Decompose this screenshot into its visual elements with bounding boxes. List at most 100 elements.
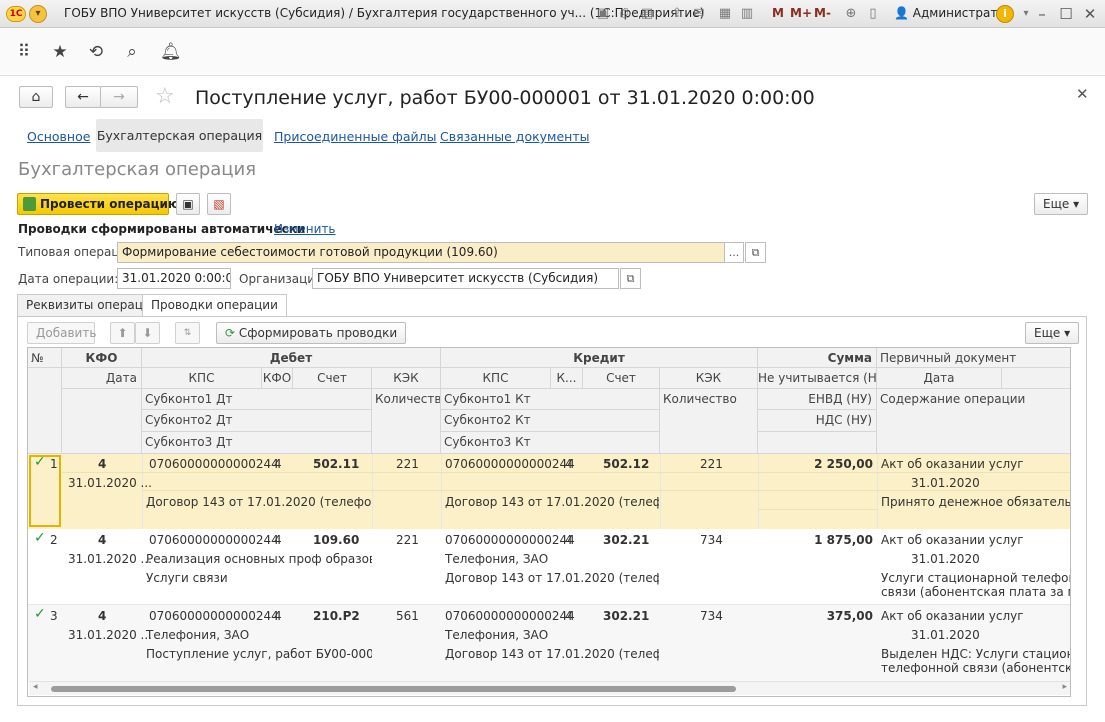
save-button[interactable]: ▣ <box>176 193 200 215</box>
row-kt-account: 302.21 <box>603 609 650 623</box>
row-kt-account: 502.12 <box>603 457 650 471</box>
header-kfo[interactable]: КФО <box>62 348 142 368</box>
close-window-button[interactable]: ✕ <box>1080 4 1100 24</box>
zoom-icon[interactable]: ⊕ <box>842 5 860 23</box>
header-sub3-dt[interactable]: Субконто3 Дт <box>142 432 372 454</box>
header-dt-kek[interactable]: КЭК <box>372 368 441 389</box>
preview-icon[interactable]: ▤ <box>638 5 656 23</box>
attach-icon[interactable]: ⇪ <box>668 5 686 23</box>
header-primary-doc[interactable]: Первичный документ <box>877 348 1070 368</box>
header-vat[interactable]: НДС (НУ) <box>758 410 877 432</box>
arrow-right-icon: → <box>113 89 125 105</box>
report-button[interactable]: ▧ <box>207 193 231 215</box>
swap-dt-kt-button[interactable]: ⇅ <box>175 322 200 344</box>
mail-icon[interactable]: ✉ <box>690 5 708 23</box>
header-sum[interactable]: Сумма <box>758 348 877 368</box>
move-down-button[interactable]: ⬇ <box>135 322 160 344</box>
typical-operation-open-icon[interactable]: ⧉ <box>745 242 766 263</box>
tab-accounting-operation[interactable]: Бухгалтерская операция <box>96 119 263 152</box>
calculator-icon[interactable]: ▦ <box>716 5 734 23</box>
main-menu-icon[interactable]: ▾ <box>29 5 47 23</box>
header-dt-kfo[interactable]: КФО <box>262 368 293 389</box>
memory-m-button[interactable]: M <box>772 6 784 20</box>
typical-operation-select-button[interactable]: ... <box>724 242 744 263</box>
row-doc-date: 31.01.2020 <box>911 552 980 566</box>
header-sub1-dt[interactable]: Субконто1 Дт <box>142 389 372 410</box>
grid-more-button[interactable]: Еще ▾ <box>1025 322 1080 344</box>
horizontal-scrollbar[interactable]: ◂ ▸ <box>29 681 1070 695</box>
arrow-down-icon: ⬇ <box>142 326 153 340</box>
header-dt-kps[interactable]: КПС <box>142 368 262 389</box>
minimize-button[interactable]: – <box>1032 4 1052 24</box>
print-icon[interactable]: ⎙ <box>616 5 634 23</box>
tab-operation-entries[interactable]: Проводки операции <box>142 294 287 317</box>
header-date[interactable]: Дата <box>62 368 142 389</box>
operation-date-field[interactable]: 31.01.2020 0:00:00 <box>117 268 231 289</box>
chevron-down-icon: ▾ <box>1073 197 1080 211</box>
header-credit[interactable]: Кредит <box>441 348 758 368</box>
tab-main[interactable]: Основное <box>27 129 90 144</box>
app-logo-icon: 1С <box>6 6 26 22</box>
row-dt-kps: 07060000000000244 <box>149 457 279 471</box>
header-doc-date[interactable]: Дата <box>877 368 1002 389</box>
header-kt-account[interactable]: Счет <box>583 368 660 389</box>
favorites-star-icon[interactable]: ★ <box>50 42 70 62</box>
more-button[interactable]: Еще ▾ <box>1034 193 1089 215</box>
back-button[interactable]: ← <box>65 86 101 108</box>
header-sub2-kt[interactable]: Субконто2 Кт <box>441 410 660 432</box>
home-button[interactable]: ⌂ <box>19 86 53 108</box>
header-sum-fill <box>758 432 877 454</box>
header-debit[interactable]: Дебет <box>142 348 441 368</box>
info-icon[interactable]: i <box>996 5 1014 23</box>
row-dt-kfo: 4 <box>274 609 282 623</box>
header-sub1-kt[interactable]: Субконто1 Кт <box>441 389 660 410</box>
apps-grid-icon[interactable]: ⠿ <box>14 42 34 62</box>
header-qty-kt[interactable]: Количество <box>660 389 758 454</box>
row-kt-kek: 734 <box>700 609 723 623</box>
search-icon[interactable]: ⌕ <box>122 42 142 62</box>
operation-date-label: Дата операции: <box>18 272 119 286</box>
tab-related-documents[interactable]: Связанные документы <box>440 129 589 144</box>
history-icon[interactable]: ⟲ <box>86 42 106 62</box>
panel-icon[interactable]: ▯ <box>864 5 882 23</box>
bell-icon[interactable]: 🔔︎ <box>160 42 182 62</box>
arrow-up-icon: ⬆ <box>117 326 128 340</box>
user-icon: 👤 <box>894 6 909 20</box>
save-icon[interactable]: ▣ <box>594 5 612 23</box>
current-user[interactable]: 👤 Администратор <box>894 6 1012 20</box>
home-icon: ⌂ <box>31 89 41 105</box>
move-up-button[interactable]: ⬆ <box>110 322 135 344</box>
header-qty-dt[interactable]: Количество <box>372 389 441 454</box>
header-sub2-dt[interactable]: Субконто2 Дт <box>142 410 372 432</box>
memory-minus-button[interactable]: M- <box>814 6 831 20</box>
header-kt-kek[interactable]: КЭК <box>660 368 758 389</box>
header-envd[interactable]: ЕНВД (НУ) <box>758 389 877 410</box>
favorite-star-icon[interactable]: ☆ <box>155 84 175 109</box>
generate-entries-button[interactable]: ⟳ Сформировать проводки <box>216 322 407 344</box>
header-content[interactable]: Содержание операции <box>877 389 1070 454</box>
row-dt-sub1: Телефония, ЗАО <box>146 628 250 642</box>
header-kt-kfo[interactable]: К... <box>551 368 583 389</box>
tab-attached-files[interactable]: Присоединенные файлы <box>274 129 437 144</box>
forward-button[interactable]: → <box>100 86 138 108</box>
maximize-button[interactable]: ☐ <box>1056 4 1076 24</box>
row-kt-kps: 07060000000000244 <box>445 457 575 471</box>
header-num[interactable]: № <box>28 348 62 368</box>
post-operation-button[interactable]: Провести операцию <box>17 193 180 215</box>
organization-open-icon[interactable]: ⧉ <box>620 268 641 289</box>
row-num: 1 <box>50 457 58 471</box>
header-not-counted[interactable]: Не учитывается (НУ) <box>758 368 877 389</box>
header-dt-account[interactable]: Счет <box>293 368 372 389</box>
header-kt-kps[interactable]: КПС <box>441 368 551 389</box>
close-form-icon[interactable]: ✕ <box>1076 85 1089 103</box>
typical-operation-field[interactable]: Формирование себестоимости готовой проду… <box>117 242 725 263</box>
organization-field[interactable]: ГОБУ ВПО Университет искусств (Субсидия) <box>312 268 619 289</box>
add-button[interactable]: Добавить <box>27 322 96 344</box>
change-link[interactable]: Изменить <box>274 222 336 236</box>
calendar-icon[interactable]: ▥ <box>738 5 756 23</box>
scrollbar-thumb[interactable] <box>51 686 736 692</box>
header-sub3-kt[interactable]: Субконто3 Кт <box>441 432 660 454</box>
memory-plus-button[interactable]: M+ <box>790 6 812 20</box>
scroll-right-icon[interactable]: ▸ <box>1062 682 1067 692</box>
scroll-left-icon[interactable]: ◂ <box>33 682 38 692</box>
